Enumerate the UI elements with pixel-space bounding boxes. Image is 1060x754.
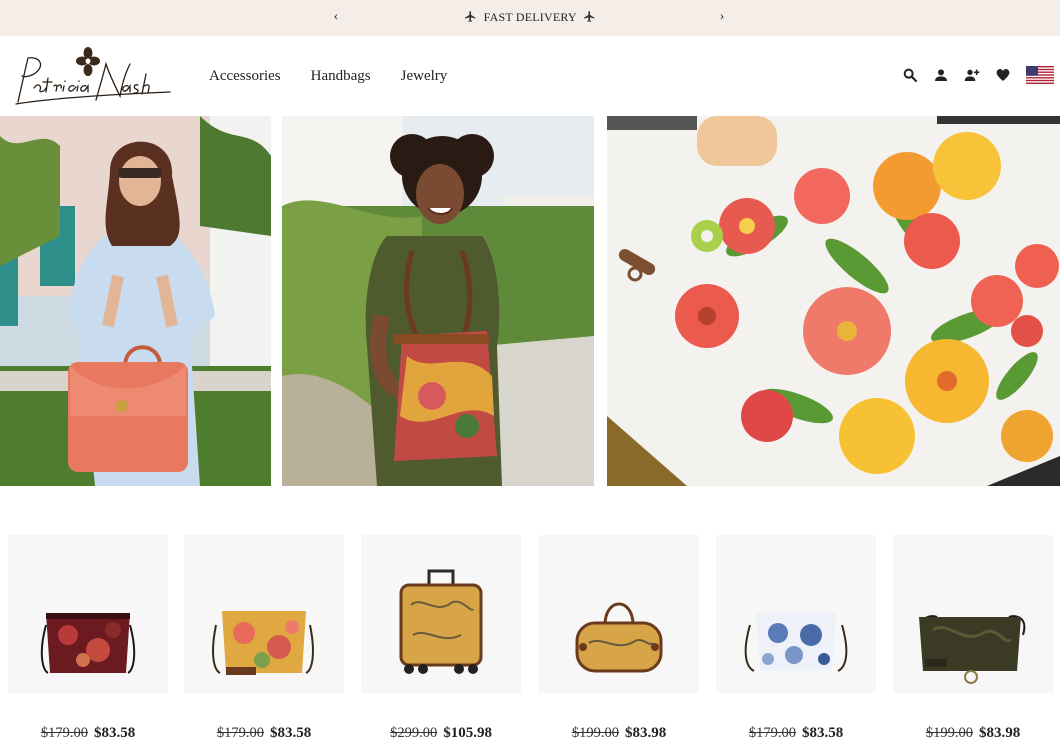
product-image[interactable] (8, 535, 168, 693)
nav-jewelry[interactable]: Jewelry (401, 68, 448, 85)
product-duffel-photo (575, 602, 663, 673)
original-price: $179.00 (40, 725, 88, 741)
sale-price: $83.98 (978, 725, 1021, 741)
sale-price: $83.58 (801, 725, 844, 741)
product-price: $179.00 $83.58 (8, 724, 168, 742)
hero-banner (0, 116, 1060, 486)
wishlist-heart-icon[interactable] (995, 67, 1011, 83)
product-card[interactable]: $199.00 $83.98 (539, 535, 699, 749)
product-bag-photo (919, 615, 1026, 684)
product-card[interactable]: $179.00 $83.58 (8, 535, 168, 749)
hero-panel-handbag-woman[interactable] (0, 116, 271, 486)
product-price: $199.00 $83.98 (893, 724, 1053, 742)
nav-handbags[interactable]: Handbags (311, 68, 371, 85)
floral-painting-photo (607, 116, 1060, 486)
product-price: $299.00 $105.98 (361, 724, 521, 742)
original-price: $199.00 (571, 725, 619, 741)
product-card[interactable]: $299.00 $105.98 (361, 535, 521, 749)
us-flag-icon[interactable] (1026, 66, 1054, 84)
original-price: $179.00 (216, 725, 264, 741)
product-card[interactable]: $179.00 $83.58 (716, 535, 876, 749)
sale-price: $83.58 (269, 725, 312, 741)
woman-floral-bucket-bag-photo (282, 116, 594, 486)
main-nav: Accessories Handbags Jewelry (209, 68, 447, 85)
account-icon[interactable] (933, 67, 949, 83)
hero-panel-bucket-bag-woman[interactable] (282, 116, 594, 486)
add-user-icon[interactable] (964, 67, 980, 83)
product-price: $179.00 $83.58 (716, 724, 876, 742)
product-card[interactable]: $199.00 $83.98 (893, 535, 1053, 749)
original-price: $179.00 (748, 725, 796, 741)
nav-accessories[interactable]: Accessories (209, 68, 281, 85)
product-image[interactable] (893, 535, 1053, 693)
product-price: $199.00 $83.98 (539, 724, 699, 742)
hero-panel-floral-painting[interactable] (607, 116, 1060, 486)
next-announcement-arrow[interactable]: › (714, 9, 730, 25)
sale-price: $83.98 (624, 725, 667, 741)
product-bag-photo (744, 613, 848, 672)
original-price: $199.00 (925, 725, 973, 741)
search-icon[interactable] (902, 67, 918, 83)
site-header: Accessories Handbags Jewelry (0, 36, 1060, 116)
product-bag-photo (212, 611, 314, 675)
product-bag-photo (40, 613, 136, 674)
product-image[interactable] (716, 535, 876, 693)
original-price: $299.00 (390, 725, 438, 741)
product-image[interactable] (184, 535, 344, 693)
product-image[interactable] (539, 535, 699, 693)
airplane-icon (583, 11, 594, 22)
product-card[interactable]: $179.00 $83.58 (184, 535, 344, 749)
sale-price: $83.58 (93, 725, 136, 741)
brand-logo[interactable] (12, 44, 174, 110)
product-image[interactable] (361, 535, 521, 693)
announcement-message: FAST DELIVERY (0, 10, 1060, 25)
product-suitcase-photo (399, 569, 483, 674)
airplane-icon (465, 11, 476, 22)
header-icons (902, 66, 1054, 84)
announcement-bar: ‹ FAST DELIVERY › (0, 0, 1060, 36)
sale-price: $105.98 (443, 725, 492, 741)
announcement-text: FAST DELIVERY (483, 10, 577, 24)
product-price: $179.00 $83.58 (184, 724, 344, 742)
woman-coral-handbag-photo (0, 116, 271, 486)
